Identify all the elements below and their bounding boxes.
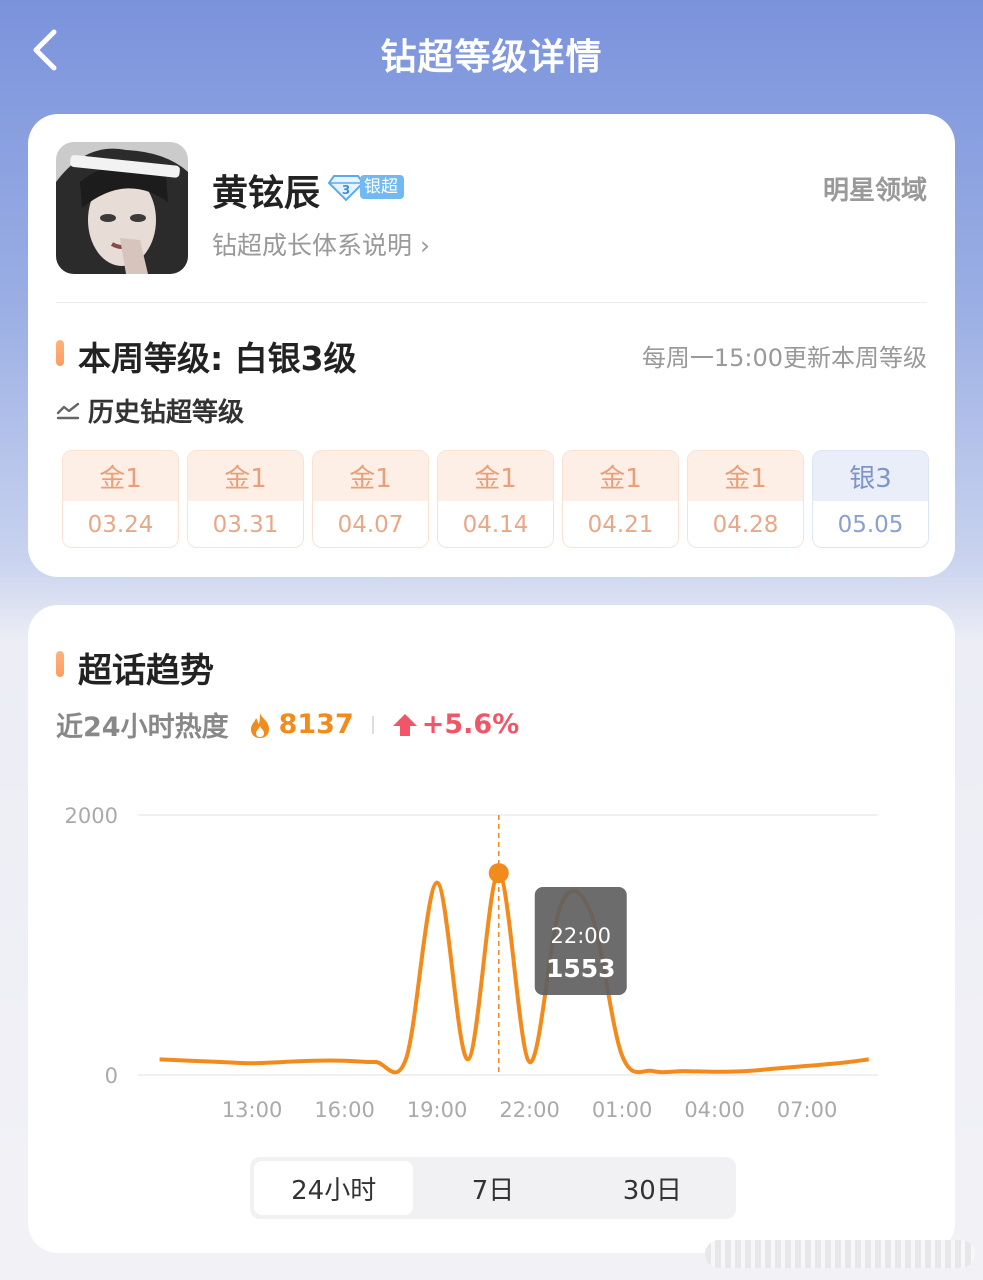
tab-30d[interactable]: 30日 bbox=[573, 1161, 732, 1215]
history-title: 历史钻超等级 bbox=[88, 398, 245, 428]
highlight-point[interactable] bbox=[488, 863, 509, 884]
trend-icon bbox=[56, 402, 80, 419]
divider bbox=[56, 302, 927, 303]
x-tick-label: 13:00 bbox=[222, 1098, 283, 1122]
y-tick-label: 2000 bbox=[65, 804, 118, 828]
tab-7d[interactable]: 7日 bbox=[413, 1161, 572, 1215]
level-card: 黄铉辰 3 银超 钻超成长体系说明 › 明星领域 本周等级: 白银3级 每周一1… bbox=[28, 114, 955, 577]
x-tick-label: 16:00 bbox=[314, 1098, 375, 1122]
tab-24h[interactable]: 24小时 bbox=[254, 1161, 414, 1215]
history-level-item: 银3 05.05 bbox=[812, 450, 929, 548]
x-tick-label: 19:00 bbox=[407, 1098, 468, 1122]
update-note: 每周一15:00更新本周等级 bbox=[641, 344, 927, 372]
avatar[interactable] bbox=[56, 142, 188, 274]
trend-chart: 2000 0 13:00 16:00 19:00 22:00 01:00 04:00 07:0… bbox=[65, 804, 878, 1122]
history-level-item: 金1 04.21 bbox=[562, 450, 679, 548]
history-level: 金1 bbox=[313, 451, 428, 501]
history-header: 历史钻超等级 bbox=[56, 392, 244, 429]
history-levels: 金1 03.24 金1 03.31 金1 04.07 金1 04.14 金1 0… bbox=[62, 450, 929, 548]
history-level-item: 金1 03.31 bbox=[187, 450, 304, 548]
growth-explain-link[interactable]: 钻超成长体系说明 › bbox=[212, 226, 430, 262]
trend-card: 超话趋势 近24小时热度 8137 +5.6% 2000 0 13:00 16:00… bbox=[28, 605, 955, 1253]
x-tick-label: 07:00 bbox=[777, 1098, 838, 1122]
top-bar: 钻超等级详情 bbox=[0, 0, 983, 100]
history-level-item: 金1 03.24 bbox=[62, 450, 179, 548]
history-level: 金1 bbox=[188, 451, 303, 501]
badge-level-digit: 3 bbox=[342, 183, 350, 197]
tooltip-value: 1553 bbox=[546, 954, 616, 983]
series-line bbox=[159, 871, 870, 1075]
current-week-level: 本周等级: 白银3级 bbox=[78, 339, 357, 378]
history-level-item: 金1 04.28 bbox=[687, 450, 804, 548]
time-range-tabs: 24小时 7日 30日 bbox=[250, 1157, 736, 1219]
history-date: 04.28 bbox=[688, 501, 803, 547]
history-level: 金1 bbox=[563, 451, 678, 501]
history-date: 03.31 bbox=[188, 501, 303, 547]
history-level-item: 金1 04.07 bbox=[312, 450, 429, 548]
user-name: 黄铉辰 bbox=[212, 173, 321, 214]
history-level-item: 金1 04.14 bbox=[437, 450, 554, 548]
history-level: 金1 bbox=[688, 451, 803, 501]
tooltip-time: 22:00 bbox=[550, 924, 611, 948]
badge-label: 银超 bbox=[360, 175, 404, 199]
history-level: 金1 bbox=[63, 451, 178, 501]
x-tick-label: 22:00 bbox=[499, 1098, 560, 1122]
history-date: 03.24 bbox=[63, 501, 178, 547]
x-tick-label: 04:00 bbox=[684, 1098, 745, 1122]
history-date: 05.05 bbox=[813, 501, 928, 547]
domain-label[interactable]: 明星领域 bbox=[823, 170, 927, 207]
history-date: 04.14 bbox=[438, 501, 553, 547]
home-indicator bbox=[705, 1240, 975, 1268]
x-tick-label: 01:00 bbox=[592, 1098, 653, 1122]
history-level: 金1 bbox=[438, 451, 553, 501]
accent-bar bbox=[56, 340, 64, 366]
y-tick-label: 0 bbox=[105, 1064, 118, 1088]
diamond-icon: 3 bbox=[328, 175, 364, 202]
history-date: 04.21 bbox=[563, 501, 678, 547]
level-badge: 3 银超 bbox=[328, 172, 404, 202]
page-title: 钻超等级详情 bbox=[380, 37, 603, 78]
history-level: 银3 bbox=[813, 451, 928, 501]
history-date: 04.07 bbox=[313, 501, 428, 547]
